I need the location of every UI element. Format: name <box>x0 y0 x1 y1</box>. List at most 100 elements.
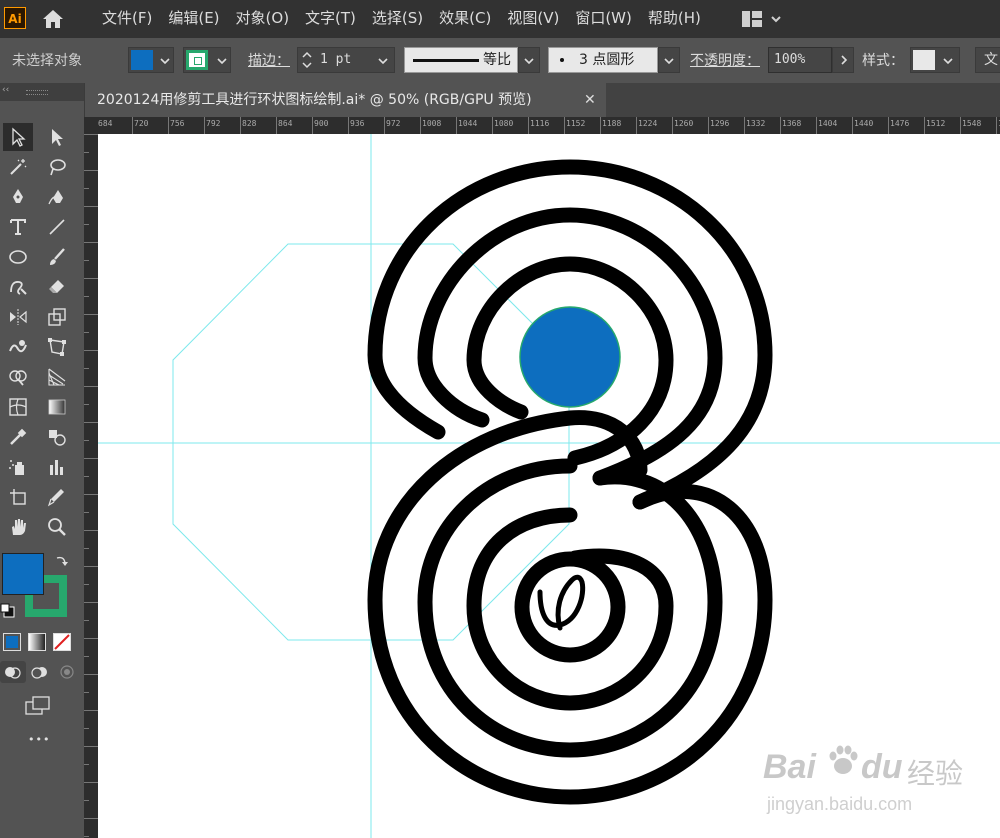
pen-tool[interactable] <box>3 183 33 211</box>
stepper-icon[interactable] <box>301 50 313 70</box>
ruler-tick <box>276 117 277 134</box>
gradient-tool[interactable] <box>42 393 72 421</box>
artwork[interactable] <box>98 134 1000 838</box>
swap-arrow-icon[interactable] <box>54 553 70 569</box>
close-tab-icon[interactable]: ✕ <box>584 83 596 117</box>
blend-tool[interactable] <box>42 423 72 451</box>
lower-center-ring <box>514 551 626 663</box>
ruler-tick-label: 1512 <box>926 119 946 128</box>
warp-icon <box>9 340 27 353</box>
screen-mode-icon[interactable] <box>24 695 52 717</box>
selection-tool[interactable] <box>3 123 33 151</box>
free-transform-icon <box>48 338 66 356</box>
stroke-label[interactable]: 描边： <box>248 50 290 70</box>
ruler-tick-label: 972 <box>386 119 401 128</box>
shape-builder-tool[interactable] <box>3 363 33 391</box>
document-setup-button[interactable]: 文 <box>975 47 1000 73</box>
grip-icon[interactable] <box>26 90 48 95</box>
ruler-tick <box>84 602 98 603</box>
menu-view[interactable]: 视图(V) <box>499 0 567 38</box>
ruler-tick <box>636 117 637 134</box>
ruler-tick-label: 936 <box>350 119 365 128</box>
mesh-tool[interactable] <box>3 393 33 421</box>
stroke-color-dropdown[interactable] <box>183 47 231 73</box>
home-icon[interactable] <box>40 7 66 31</box>
eyedropper-tool[interactable] <box>3 423 33 451</box>
ruler-tick-label: 1404 <box>818 119 838 128</box>
fill-color-dropdown[interactable] <box>128 47 174 73</box>
variable-width-profile[interactable]: 等比 <box>404 47 518 73</box>
ruler-tick <box>204 117 205 134</box>
menu-help[interactable]: 帮助(H) <box>640 0 709 38</box>
ruler-tick <box>84 674 98 675</box>
paintbrush-tool[interactable] <box>42 243 72 271</box>
zoom-tool[interactable] <box>42 513 72 541</box>
ellipse-tool[interactable] <box>3 243 33 271</box>
opacity-label[interactable]: 不透明度： <box>690 50 760 70</box>
free-transform-tool[interactable] <box>42 333 72 361</box>
gradient-mode-icon[interactable] <box>28 633 46 651</box>
eraser-tool[interactable] <box>42 273 72 301</box>
menu-file[interactable]: 文件(F) <box>94 0 160 38</box>
vertical-ruler[interactable] <box>84 134 98 838</box>
fill-color-box[interactable] <box>2 553 44 595</box>
artboard-canvas[interactable]: Bai du 经验 jingyan.baidu.com <box>98 134 1000 838</box>
ruler-tick-label: 1332 <box>746 119 766 128</box>
direct-selection-tool[interactable] <box>42 123 72 151</box>
menu-object[interactable]: 对象(O) <box>228 0 298 38</box>
reflect-tool[interactable] <box>3 303 33 331</box>
column-graph-tool[interactable] <box>42 453 72 481</box>
draw-normal-button[interactable] <box>0 661 26 683</box>
default-colors-icon[interactable] <box>0 603 16 619</box>
ruler-tick <box>84 368 89 369</box>
menu-effect[interactable]: 效果(C) <box>431 0 499 38</box>
baidu-watermark: Bai du 经验 jingyan.baidu.com <box>763 742 993 822</box>
warp-tool[interactable] <box>3 333 33 361</box>
menu-window[interactable]: 窗口(W) <box>567 0 640 38</box>
menu-select[interactable]: 选择(S) <box>364 0 431 38</box>
artboard-tool[interactable] <box>3 483 33 511</box>
ruler-tick <box>240 117 241 134</box>
app-logo[interactable]: Ai <box>4 7 26 29</box>
draw-inside-button[interactable] <box>54 661 80 683</box>
menu-edit[interactable]: 编辑(E) <box>160 0 227 38</box>
stroke-weight-field[interactable]: 1 pt <box>297 47 395 73</box>
brush-dropdown[interactable] <box>658 47 680 73</box>
collapse-icon[interactable]: ‹‹ <box>2 85 9 95</box>
watermark-brand-suffix: du <box>861 748 903 786</box>
color-mode-button[interactable] <box>3 633 21 651</box>
ruler-tick <box>84 818 98 819</box>
perspective-grid-tool[interactable] <box>42 363 72 391</box>
shaper-tool[interactable] <box>3 273 33 301</box>
curvature-tool[interactable] <box>42 183 72 211</box>
lasso-tool[interactable] <box>42 153 72 181</box>
symbol-sprayer-tool[interactable] <box>3 453 33 481</box>
none-mode-icon[interactable] <box>53 633 71 651</box>
slice-tool[interactable] <box>42 483 72 511</box>
graphic-style-dropdown[interactable] <box>910 47 960 73</box>
opacity-expand-button[interactable] <box>832 47 854 73</box>
ruler-tick-label: 1260 <box>674 119 694 128</box>
opacity-input[interactable]: 100% <box>768 47 832 73</box>
ruler-tick <box>84 458 98 459</box>
workspace-switcher-icon[interactable] <box>740 9 786 29</box>
horizontal-ruler[interactable]: 684 720 756 792 828 864 900 936 972 1008 1044 1080 1… <box>98 117 1000 134</box>
ruler-corner[interactable] <box>84 117 98 134</box>
style-label: 样式： <box>862 53 904 69</box>
magic-wand-tool[interactable] <box>3 153 33 181</box>
menu-type[interactable]: 文字(T) <box>297 0 364 38</box>
stroke-weight-value: 1 pt <box>320 52 352 67</box>
ruler-tick <box>84 638 98 639</box>
type-tool[interactable] <box>3 213 33 241</box>
document-tab[interactable]: 2020124用修剪工具进行环状图标绘制.ai* @ 50% (RGB/GPU … <box>84 83 606 117</box>
profile-label: 等比 <box>483 52 511 68</box>
hand-tool[interactable] <box>3 513 33 541</box>
draw-behind-button[interactable] <box>27 661 53 683</box>
profile-dropdown[interactable] <box>518 47 540 73</box>
line-segment-tool[interactable] <box>42 213 72 241</box>
brush-definition[interactable]: 3 点圆形 <box>548 47 658 73</box>
ruler-tick-label: 1296 <box>710 119 730 128</box>
scale-tool[interactable] <box>42 303 72 331</box>
more-tools-icon[interactable]: ••• <box>28 733 50 746</box>
line-segment-icon <box>49 219 65 235</box>
